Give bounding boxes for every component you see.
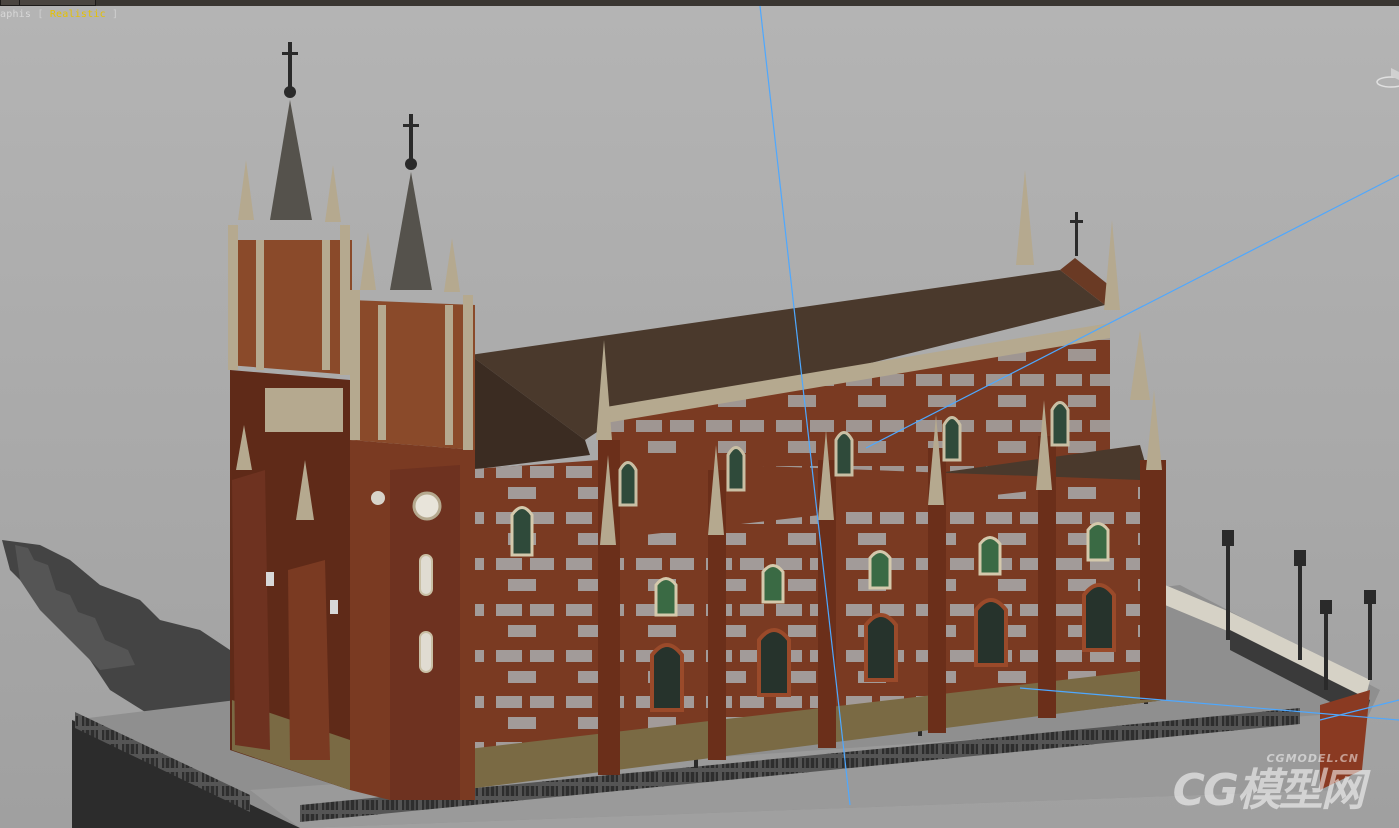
viewport-label-prefix: aphis (0, 9, 32, 20)
entrance-pier (232, 470, 270, 750)
watermark-small-text: CGMODEL.CN (1266, 752, 1359, 765)
church-3d-scene[interactable] (0, 0, 1399, 828)
viewcube-icon[interactable] (1373, 60, 1399, 90)
3d-viewport[interactable]: aphis [ Realistic ] CGMODEL.CN CG模型网 (0, 0, 1399, 828)
viewport-label[interactable]: aphis [ Realistic ] (0, 9, 118, 20)
clock-face-icon (412, 491, 442, 521)
rose-window-icon (371, 491, 385, 505)
viewport-label-open-bracket: [ (37, 9, 44, 20)
watermark-brand: CG模型网 (1172, 765, 1365, 816)
entrance-tower (288, 560, 330, 760)
watermark: CGMODEL.CN CG模型网 (1172, 752, 1365, 818)
left-tower-belfry (228, 240, 352, 375)
shading-mode-label[interactable]: Realistic (50, 9, 106, 20)
viewport-label-close-bracket: ] (112, 9, 119, 20)
right-tower-belfry (350, 300, 475, 450)
